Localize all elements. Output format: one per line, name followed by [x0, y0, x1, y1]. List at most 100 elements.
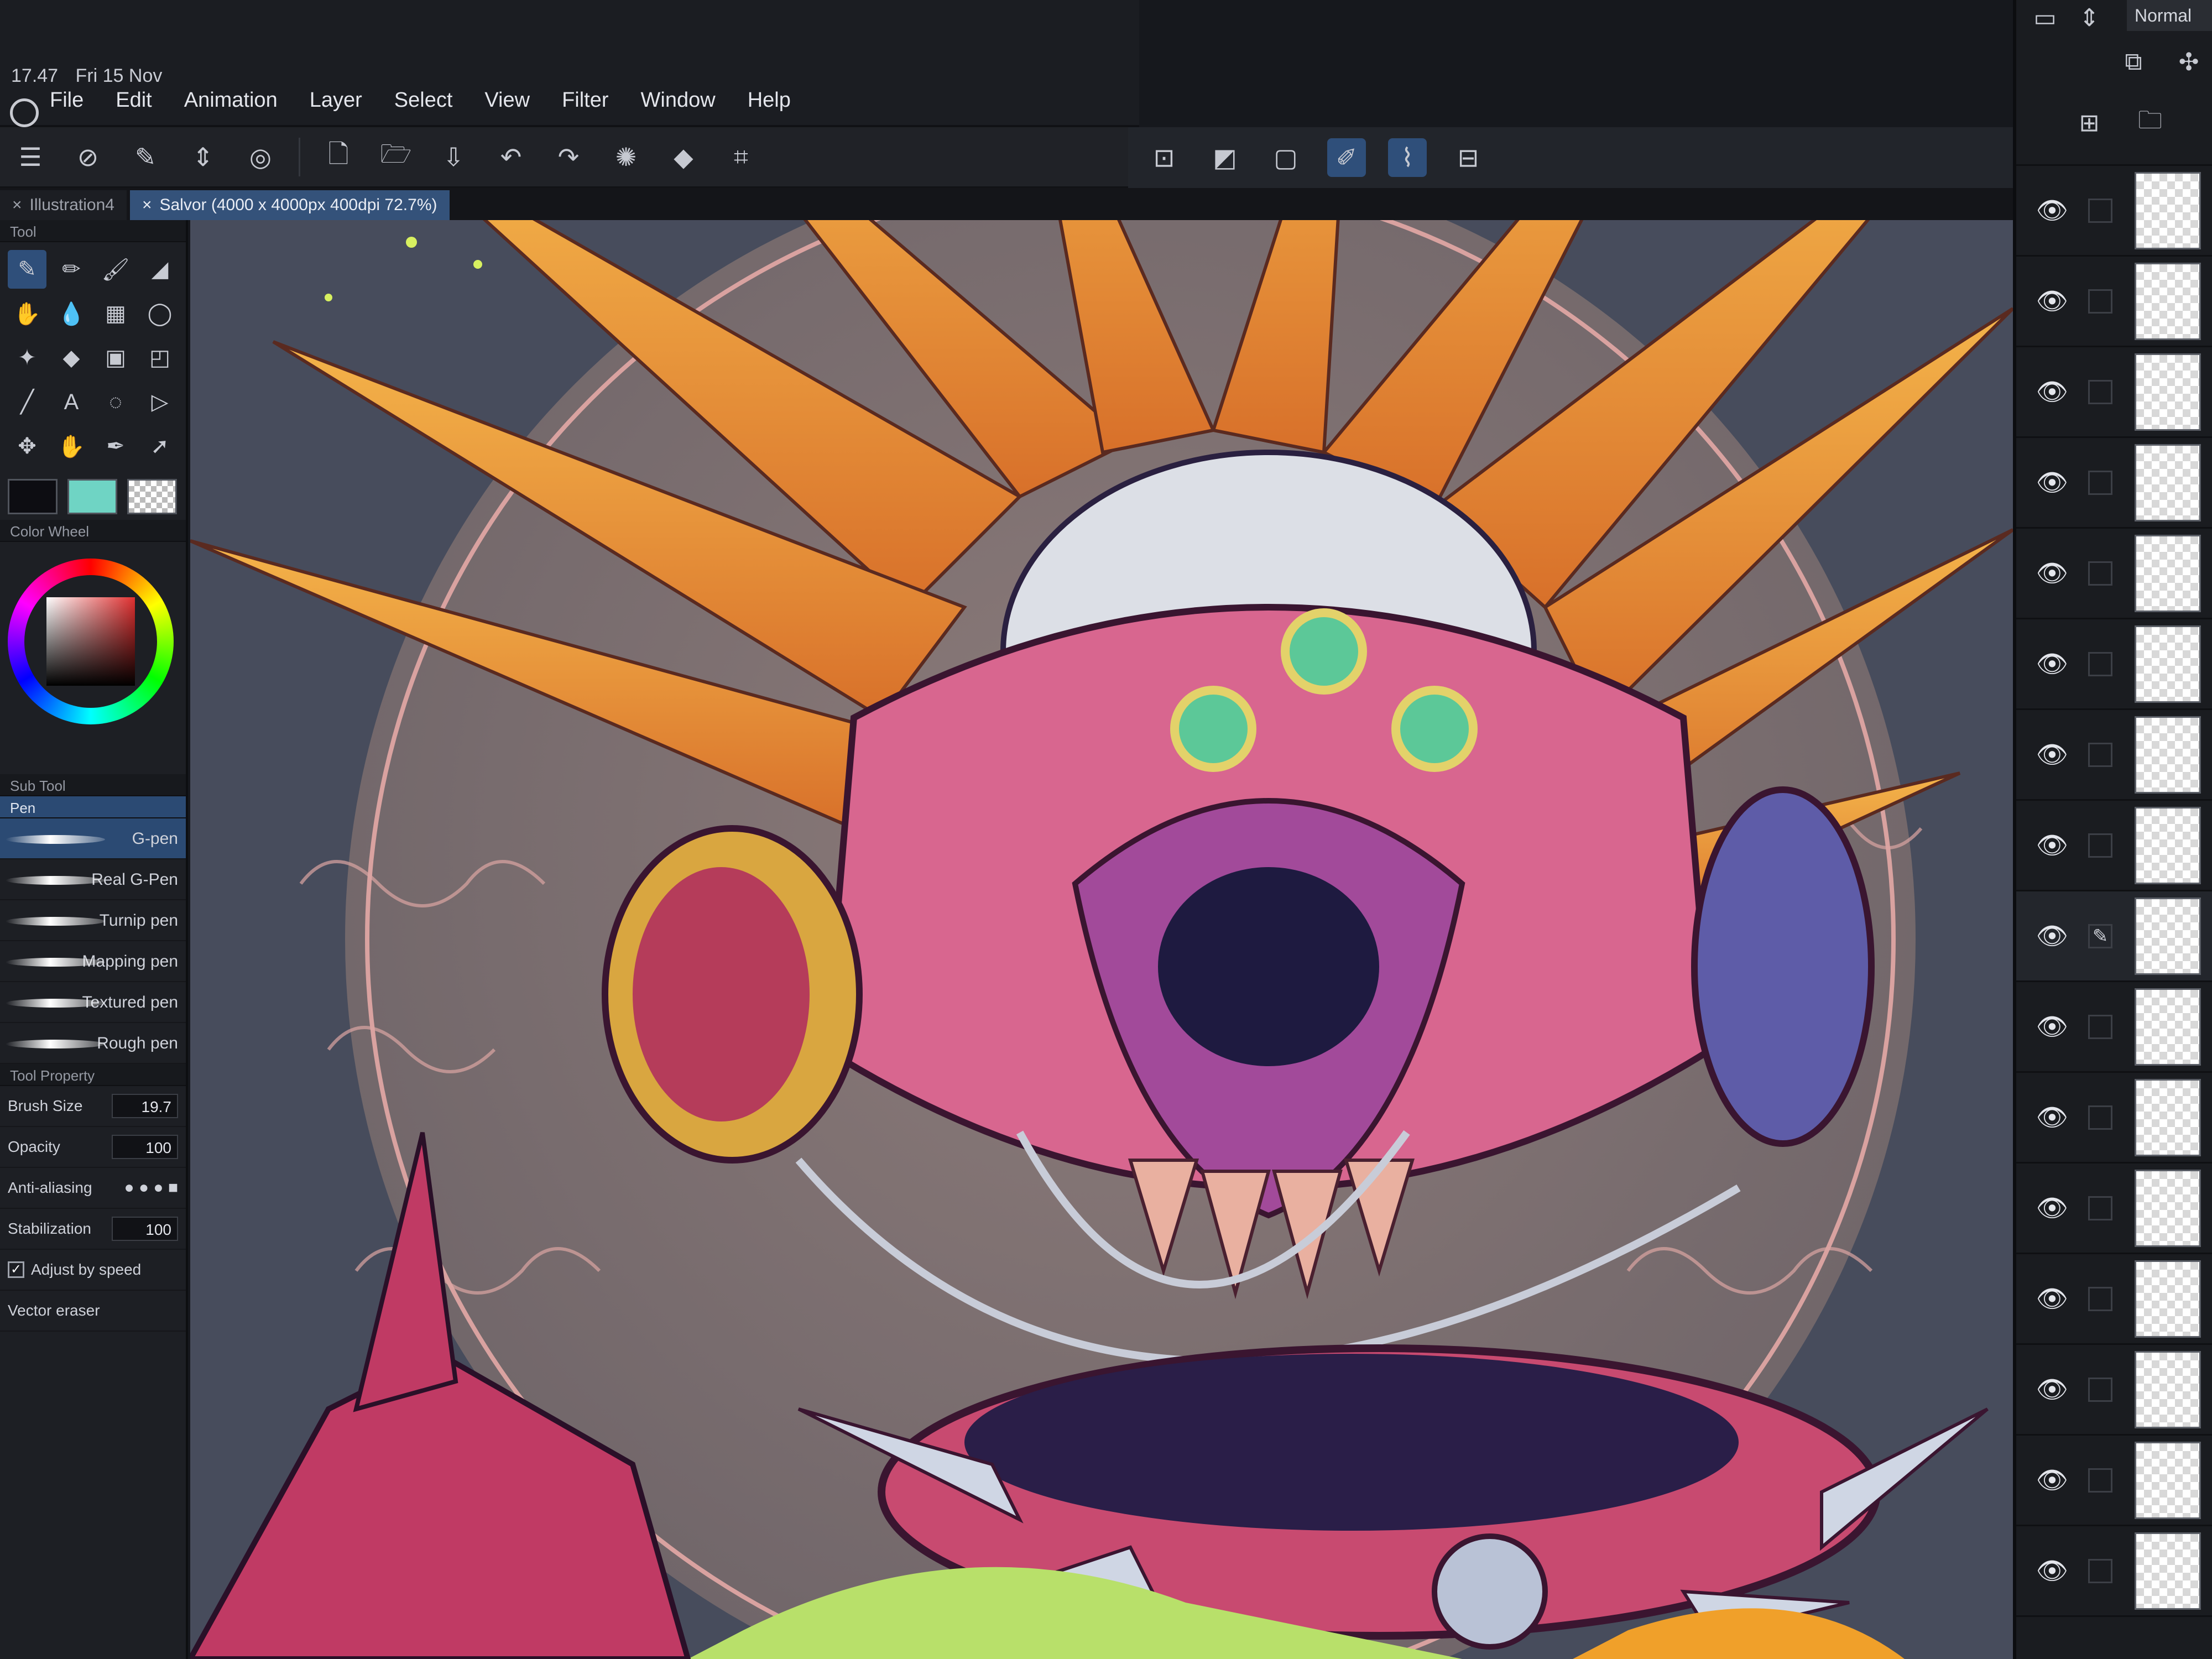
edit-canvas-icon[interactable]: ✎ — [126, 138, 165, 176]
object-tool-icon[interactable]: ➚ — [140, 427, 179, 466]
record-icon[interactable]: ◎ — [241, 138, 280, 176]
eraser-tool-icon[interactable]: ◢ — [140, 250, 179, 289]
eye-icon[interactable]: 👁 — [2016, 377, 2088, 407]
eye-icon[interactable]: 👁 — [2016, 1011, 2088, 1042]
eye-icon[interactable]: 👁 — [2016, 195, 2088, 226]
canvas-area[interactable] — [190, 220, 2013, 1659]
layer-lock-checkbox[interactable] — [2088, 1014, 2112, 1039]
layer-row[interactable]: 👁 — [2016, 1526, 2212, 1617]
hand-tool-icon[interactable]: ✋ — [52, 427, 91, 466]
layer-row[interactable]: 👁 — [2016, 982, 2212, 1073]
brush-size-input[interactable]: 19.7 — [112, 1094, 178, 1118]
layer-row[interactable]: 👁 — [2016, 166, 2212, 257]
layer-row[interactable]: 👁 — [2016, 438, 2212, 529]
layer-lock-checkbox[interactable] — [2088, 289, 2112, 314]
sub-color-swatch[interactable] — [67, 479, 117, 514]
layer-stack-icon[interactable]: ⧉ — [2116, 44, 2151, 80]
layer-row[interactable]: 👁 — [2016, 1164, 2212, 1254]
menu-layer[interactable]: Layer — [310, 88, 362, 112]
app-logo-icon[interactable] — [10, 98, 39, 127]
line-tool-icon[interactable]: ╱ — [8, 383, 46, 421]
layer-lock-checkbox[interactable] — [2088, 561, 2112, 586]
layer-row[interactable]: 👁 — [2016, 619, 2212, 710]
layer-lock-checkbox[interactable] — [2088, 1558, 2112, 1583]
layer-row[interactable]: 👁 ✎ — [2016, 891, 2212, 982]
brush-item[interactable]: Real G-Pen — [0, 859, 186, 900]
layer-row[interactable]: 👁 — [2016, 1073, 2212, 1164]
gradient-tool-icon[interactable]: ▣ — [96, 338, 135, 377]
layer-row[interactable]: 👁 — [2016, 1254, 2212, 1345]
layer-lock-checkbox[interactable] — [2088, 651, 2112, 676]
layer-lock-checkbox[interactable] — [2088, 1468, 2112, 1493]
layer-row[interactable]: 👁 — [2016, 1345, 2212, 1436]
sub-tool-group-pen[interactable]: Pen — [0, 796, 186, 818]
new-canvas-icon[interactable]: ⊘ — [69, 138, 107, 176]
menu-edit[interactable]: Edit — [116, 88, 152, 112]
ruler-icon[interactable]: ⊟ — [1449, 138, 1488, 177]
tab-salvor[interactable]: × Salvor (4000 x 4000px 400dpi 72.7%) — [129, 190, 450, 220]
saturation-value-square[interactable] — [46, 597, 135, 686]
brush-item[interactable]: Turnip pen — [0, 900, 186, 941]
layer-lock-checkbox[interactable] — [2088, 1105, 2112, 1130]
adjust-by-speed-checkbox[interactable]: ✓ — [8, 1261, 24, 1278]
drop-tool-icon[interactable]: 💧 — [52, 294, 91, 333]
fill-icon[interactable]: ◆ — [664, 138, 703, 176]
ruler-tool-icon[interactable]: ▷ — [140, 383, 179, 421]
undo-icon[interactable]: ↶ — [492, 138, 530, 176]
hamburger-menu-icon[interactable]: ☰ — [11, 138, 50, 176]
eye-icon[interactable]: 👁 — [2016, 1102, 2088, 1133]
main-color-swatch[interactable] — [8, 479, 58, 514]
close-icon[interactable]: × — [142, 196, 152, 214]
layer-row[interactable]: 👁 — [2016, 529, 2212, 619]
frame-icon[interactable]: ▢ — [1266, 138, 1305, 177]
eye-icon[interactable]: 👁 — [2016, 739, 2088, 770]
text-tool-icon[interactable]: A — [52, 383, 91, 421]
menu-select[interactable]: Select — [394, 88, 453, 112]
eye-icon[interactable]: 👁 — [2016, 558, 2088, 588]
transform-icon[interactable]: ⊡ — [1145, 138, 1183, 177]
layer-row[interactable]: 👁 — [2016, 801, 2212, 891]
loading-icon[interactable]: ✺ — [607, 138, 645, 176]
layer-lock-checkbox[interactable] — [2088, 1196, 2112, 1220]
balloon-tool-icon[interactable]: ◌ — [96, 383, 135, 421]
lasso-tool-icon[interactable]: ◯ — [140, 294, 179, 333]
grid-tool-icon[interactable]: ▦ — [96, 294, 135, 333]
eye-icon[interactable]: 👁 — [2016, 1284, 2088, 1314]
eye-icon[interactable]: 👁 — [2016, 830, 2088, 860]
tab-illustration4[interactable]: × Illustration4 — [0, 190, 127, 220]
menu-filter[interactable]: Filter — [562, 88, 608, 112]
brush-item[interactable]: Rough pen — [0, 1023, 186, 1064]
gradient-icon[interactable]: ◩ — [1206, 138, 1244, 177]
crop-icon[interactable]: ⌗ — [722, 138, 760, 176]
layer-lock-checkbox[interactable] — [2088, 1286, 2112, 1311]
open-file-icon[interactable]: 🗁 — [377, 138, 415, 176]
pin-icon[interactable]: ✣ — [2171, 44, 2206, 80]
eye-icon[interactable]: 👁 — [2016, 1374, 2088, 1405]
brush-item[interactable]: Textured pen — [0, 982, 186, 1023]
layer-lock-checkbox[interactable] — [2088, 1377, 2112, 1402]
brush-item[interactable]: G-pen — [0, 818, 186, 859]
close-icon[interactable]: × — [12, 196, 22, 214]
eye-icon[interactable]: 👁 — [2016, 921, 2088, 951]
menu-animation[interactable]: Animation — [184, 88, 278, 112]
menu-help[interactable]: Help — [748, 88, 791, 112]
eye-icon[interactable]: 👁 — [2016, 1465, 2088, 1495]
layer-lock-checkbox[interactable] — [2088, 742, 2112, 767]
eye-icon[interactable]: 👁 — [2016, 1556, 2088, 1586]
pencil-tool-icon[interactable]: ✏ — [52, 250, 91, 289]
blend-mode-select[interactable]: Normal — [2127, 0, 2212, 31]
eye-icon[interactable]: 👁 — [2016, 286, 2088, 316]
layer-lock-checkbox[interactable] — [2088, 470, 2112, 495]
pen-edit-icon[interactable]: ✎ — [2088, 924, 2112, 948]
new-folder-icon[interactable]: 🗀 — [2132, 105, 2168, 140]
eye-icon[interactable]: 👁 — [2016, 467, 2088, 498]
layer-row[interactable]: 👁 — [2016, 257, 2212, 347]
magic-wand-icon[interactable]: ✦ — [8, 338, 46, 377]
layer-row[interactable]: 👁 — [2016, 710, 2212, 801]
new-layer-icon[interactable]: ⊞ — [2072, 105, 2107, 140]
move-tool-icon[interactable]: ✥ — [8, 427, 46, 466]
save-icon[interactable]: ⇩ — [434, 138, 473, 176]
eye-icon[interactable]: 👁 — [2016, 1193, 2088, 1223]
lasso-icon[interactable]: ⌇ — [1388, 138, 1427, 177]
layer-lock-checkbox[interactable] — [2088, 379, 2112, 404]
